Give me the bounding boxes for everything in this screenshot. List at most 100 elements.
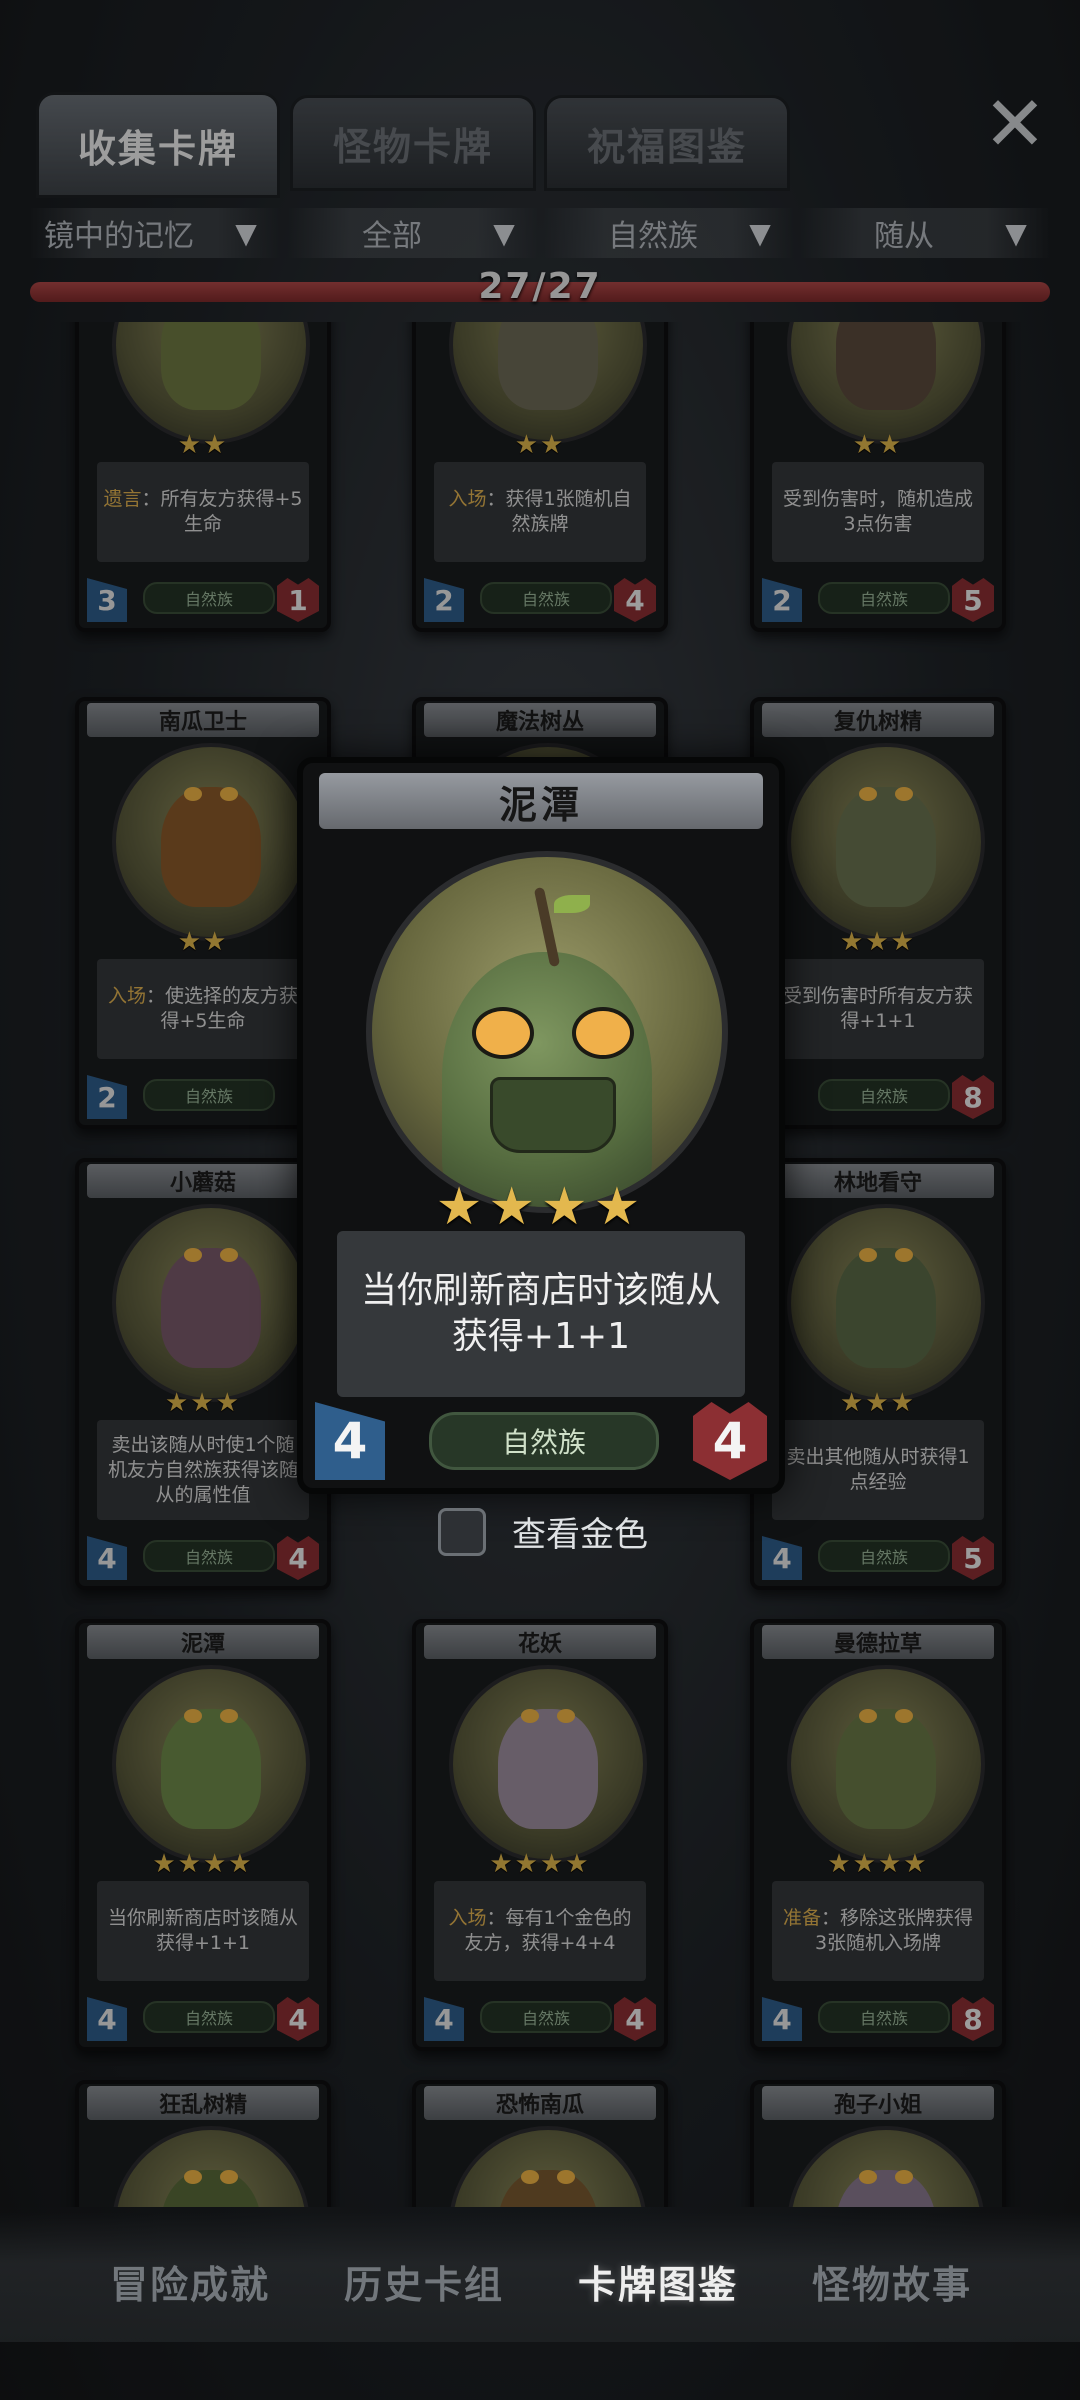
attack-value: 4 xyxy=(424,1997,464,2041)
card-name: 恐怖南瓜 xyxy=(424,2086,656,2120)
tab-label: 收集卡牌 xyxy=(77,126,238,171)
attack-value: 4 xyxy=(762,1997,802,2041)
minion-card[interactable]: 林地看守 ★★★ 卖出其他随从时获得1点经验 4 自然族 5 xyxy=(750,1158,1006,1590)
health-value: 5 xyxy=(952,1536,994,1580)
card-portrait xyxy=(787,1204,985,1402)
card-description: 遗言：所有友方获得+5生命 xyxy=(97,462,309,562)
filter-type[interactable]: 随从 ▼ xyxy=(800,208,1050,258)
filter-tribe[interactable]: 自然族 ▼ xyxy=(544,208,794,258)
minion-card[interactable]: 恐怖南瓜 xyxy=(412,2080,668,2207)
tribe-badge: 自然族 xyxy=(143,1079,275,1111)
attack-value: 2 xyxy=(762,578,802,622)
filter-label: 随从 xyxy=(874,219,934,254)
card-description: 入场：使选择的友方获得+5生命 xyxy=(97,959,309,1059)
card-keyword: 遗言 xyxy=(103,488,142,510)
card-keyword: 准备 xyxy=(782,1907,821,1929)
card-detail-popup[interactable]: 泥潭 ★★★★ 当你刷新商店时该随从获得+1+1 4 自然族 4 xyxy=(297,757,785,1494)
eye-art xyxy=(895,787,913,801)
minion-card[interactable]: 狂乱树精 xyxy=(75,2080,331,2207)
mouth-art xyxy=(490,1077,616,1153)
card-effect: 当你刷新商店时该随从获得+1+1 xyxy=(107,1907,298,1954)
popup-attack-value: 4 xyxy=(315,1402,385,1480)
card-name: 魔法树丛 xyxy=(424,703,656,737)
card-name: 花妖 xyxy=(424,1625,656,1659)
health-value: 4 xyxy=(614,1997,656,2041)
card-portrait xyxy=(112,1204,310,1402)
health-value: 8 xyxy=(952,1997,994,2041)
creature-art xyxy=(836,2170,936,2207)
card-stars: ★★ xyxy=(514,430,566,460)
card-effect: ：移除这张牌获得3张随机入场牌 xyxy=(814,1907,974,1954)
creature-art xyxy=(161,1248,261,1368)
popup-card-portrait xyxy=(366,851,728,1213)
eye-art xyxy=(521,1709,539,1723)
tab-blessing-codex[interactable]: 祝福图鉴 xyxy=(544,95,790,191)
close-icon[interactable]: ✕ xyxy=(980,79,1050,168)
nav-monster-stories[interactable]: 怪物故事 xyxy=(772,2254,1012,2309)
health-value: 4 xyxy=(614,578,656,622)
creature-art xyxy=(836,322,936,410)
minion-card[interactable]: 曼德拉草 ★★★★ 准备：移除这张牌获得3张随机入场牌 4 自然族 8 xyxy=(750,1619,1006,2051)
minion-card[interactable]: 复仇树精 ★★★ 受到伤害时所有友方获得+1+1 自然族 8 xyxy=(750,697,1006,1129)
nav-history-decks[interactable]: 历史卡组 xyxy=(304,2254,544,2309)
attack-value: 2 xyxy=(87,1075,127,1119)
eye-art xyxy=(184,1709,202,1723)
card-portrait xyxy=(112,322,310,444)
funnel-icon: ▼ xyxy=(493,216,515,250)
attack-value: 4 xyxy=(87,1997,127,2041)
eye-art xyxy=(859,787,877,801)
minion-card[interactable]: ★★ 受到伤害时，随机造成3点伤害 2 自然族 5 xyxy=(750,322,1006,632)
card-portrait xyxy=(787,322,985,444)
minion-card[interactable]: 小蘑菇 ★★★ 卖出该随从时使1个随机友方自然族获得该随从的属性值 4 自然族 4 xyxy=(75,1158,331,1590)
health-value: 1 xyxy=(277,578,319,622)
card-effect: 卖出该随从时使1个随机友方自然族获得该随从的属性值 xyxy=(107,1433,298,1506)
filter-label: 自然族 xyxy=(608,219,698,254)
tab-monster-cards[interactable]: 怪物卡牌 xyxy=(290,95,536,191)
card-name: 南瓜卫士 xyxy=(87,703,319,737)
health-value: 8 xyxy=(952,1075,994,1119)
card-stars: ★★★ xyxy=(165,1388,241,1418)
card-keyword: 入场 xyxy=(448,488,487,510)
card-description: 受到伤害时所有友方获得+1+1 xyxy=(772,959,984,1059)
minion-card[interactable]: ★★ 遗言：所有友方获得+5生命 3 自然族 1 xyxy=(75,322,331,632)
tab-collect-cards[interactable]: 收集卡牌 xyxy=(36,92,280,198)
popup-tribe-badge: 自然族 xyxy=(429,1412,659,1470)
popup-health-value: 4 xyxy=(693,1402,767,1480)
card-portrait xyxy=(449,1665,647,1863)
minion-card[interactable]: 南瓜卫士 ★★ 入场：使选择的友方获得+5生命 2 自然族 xyxy=(75,697,331,1129)
tab-label: 怪物卡牌 xyxy=(332,124,493,169)
eye-art xyxy=(521,2170,539,2184)
nav-card-codex[interactable]: 卡牌图鉴 xyxy=(538,2254,778,2309)
card-stars: ★★★★ xyxy=(827,1849,929,1879)
card-description: 卖出其他随从时获得1点经验 xyxy=(772,1420,984,1520)
card-description: 受到伤害时，随机造成3点伤害 xyxy=(772,462,984,562)
nav-adventure-achievements[interactable]: 冒险成就 xyxy=(70,2254,310,2309)
filter-scope[interactable]: 镜中的记忆 ▼ xyxy=(30,208,280,258)
filter-all[interactable]: 全部 ▼ xyxy=(288,208,538,258)
eye-art xyxy=(220,1248,238,1262)
eye-art xyxy=(895,1248,913,1262)
card-effect: 受到伤害时所有友方获得+1+1 xyxy=(782,985,973,1032)
funnel-icon: ▼ xyxy=(235,216,257,250)
card-keyword: 入场 xyxy=(448,1907,487,1929)
eye-art xyxy=(220,2170,238,2184)
health-value: 4 xyxy=(277,1536,319,1580)
popup-card-description: 当你刷新商店时该随从获得+1+1 xyxy=(337,1231,745,1397)
minion-card[interactable]: 孢子小姐 xyxy=(750,2080,1006,2207)
card-description: 准备：移除这张牌获得3张随机入场牌 xyxy=(772,1881,984,1981)
attack-value: 4 xyxy=(762,1536,802,1580)
eye-art xyxy=(184,2170,202,2184)
card-name: 孢子小姐 xyxy=(762,2086,994,2120)
card-stars: ★★★ xyxy=(840,927,916,957)
minion-card[interactable]: 泥潭 ★★★★ 当你刷新商店时该随从获得+1+1 4 自然族 4 xyxy=(75,1619,331,2051)
card-stars: ★★★ xyxy=(840,1388,916,1418)
card-name: 小蘑菇 xyxy=(87,1164,319,1198)
minion-card[interactable]: ★★ 入场：获得1张随机自然族牌 2 自然族 4 xyxy=(412,322,668,632)
view-gold-toggle[interactable]: 查看金色 xyxy=(438,1507,648,1556)
card-stars: ★★★★ xyxy=(152,1849,254,1879)
health-value: 5 xyxy=(952,578,994,622)
eye-art xyxy=(557,2170,575,2184)
minion-card[interactable]: 花妖 ★★★★ 入场：每有1个金色的友方，获得+4+4 4 自然族 4 xyxy=(412,1619,668,2051)
checkbox[interactable] xyxy=(438,1507,486,1556)
health-value: 4 xyxy=(277,1997,319,2041)
